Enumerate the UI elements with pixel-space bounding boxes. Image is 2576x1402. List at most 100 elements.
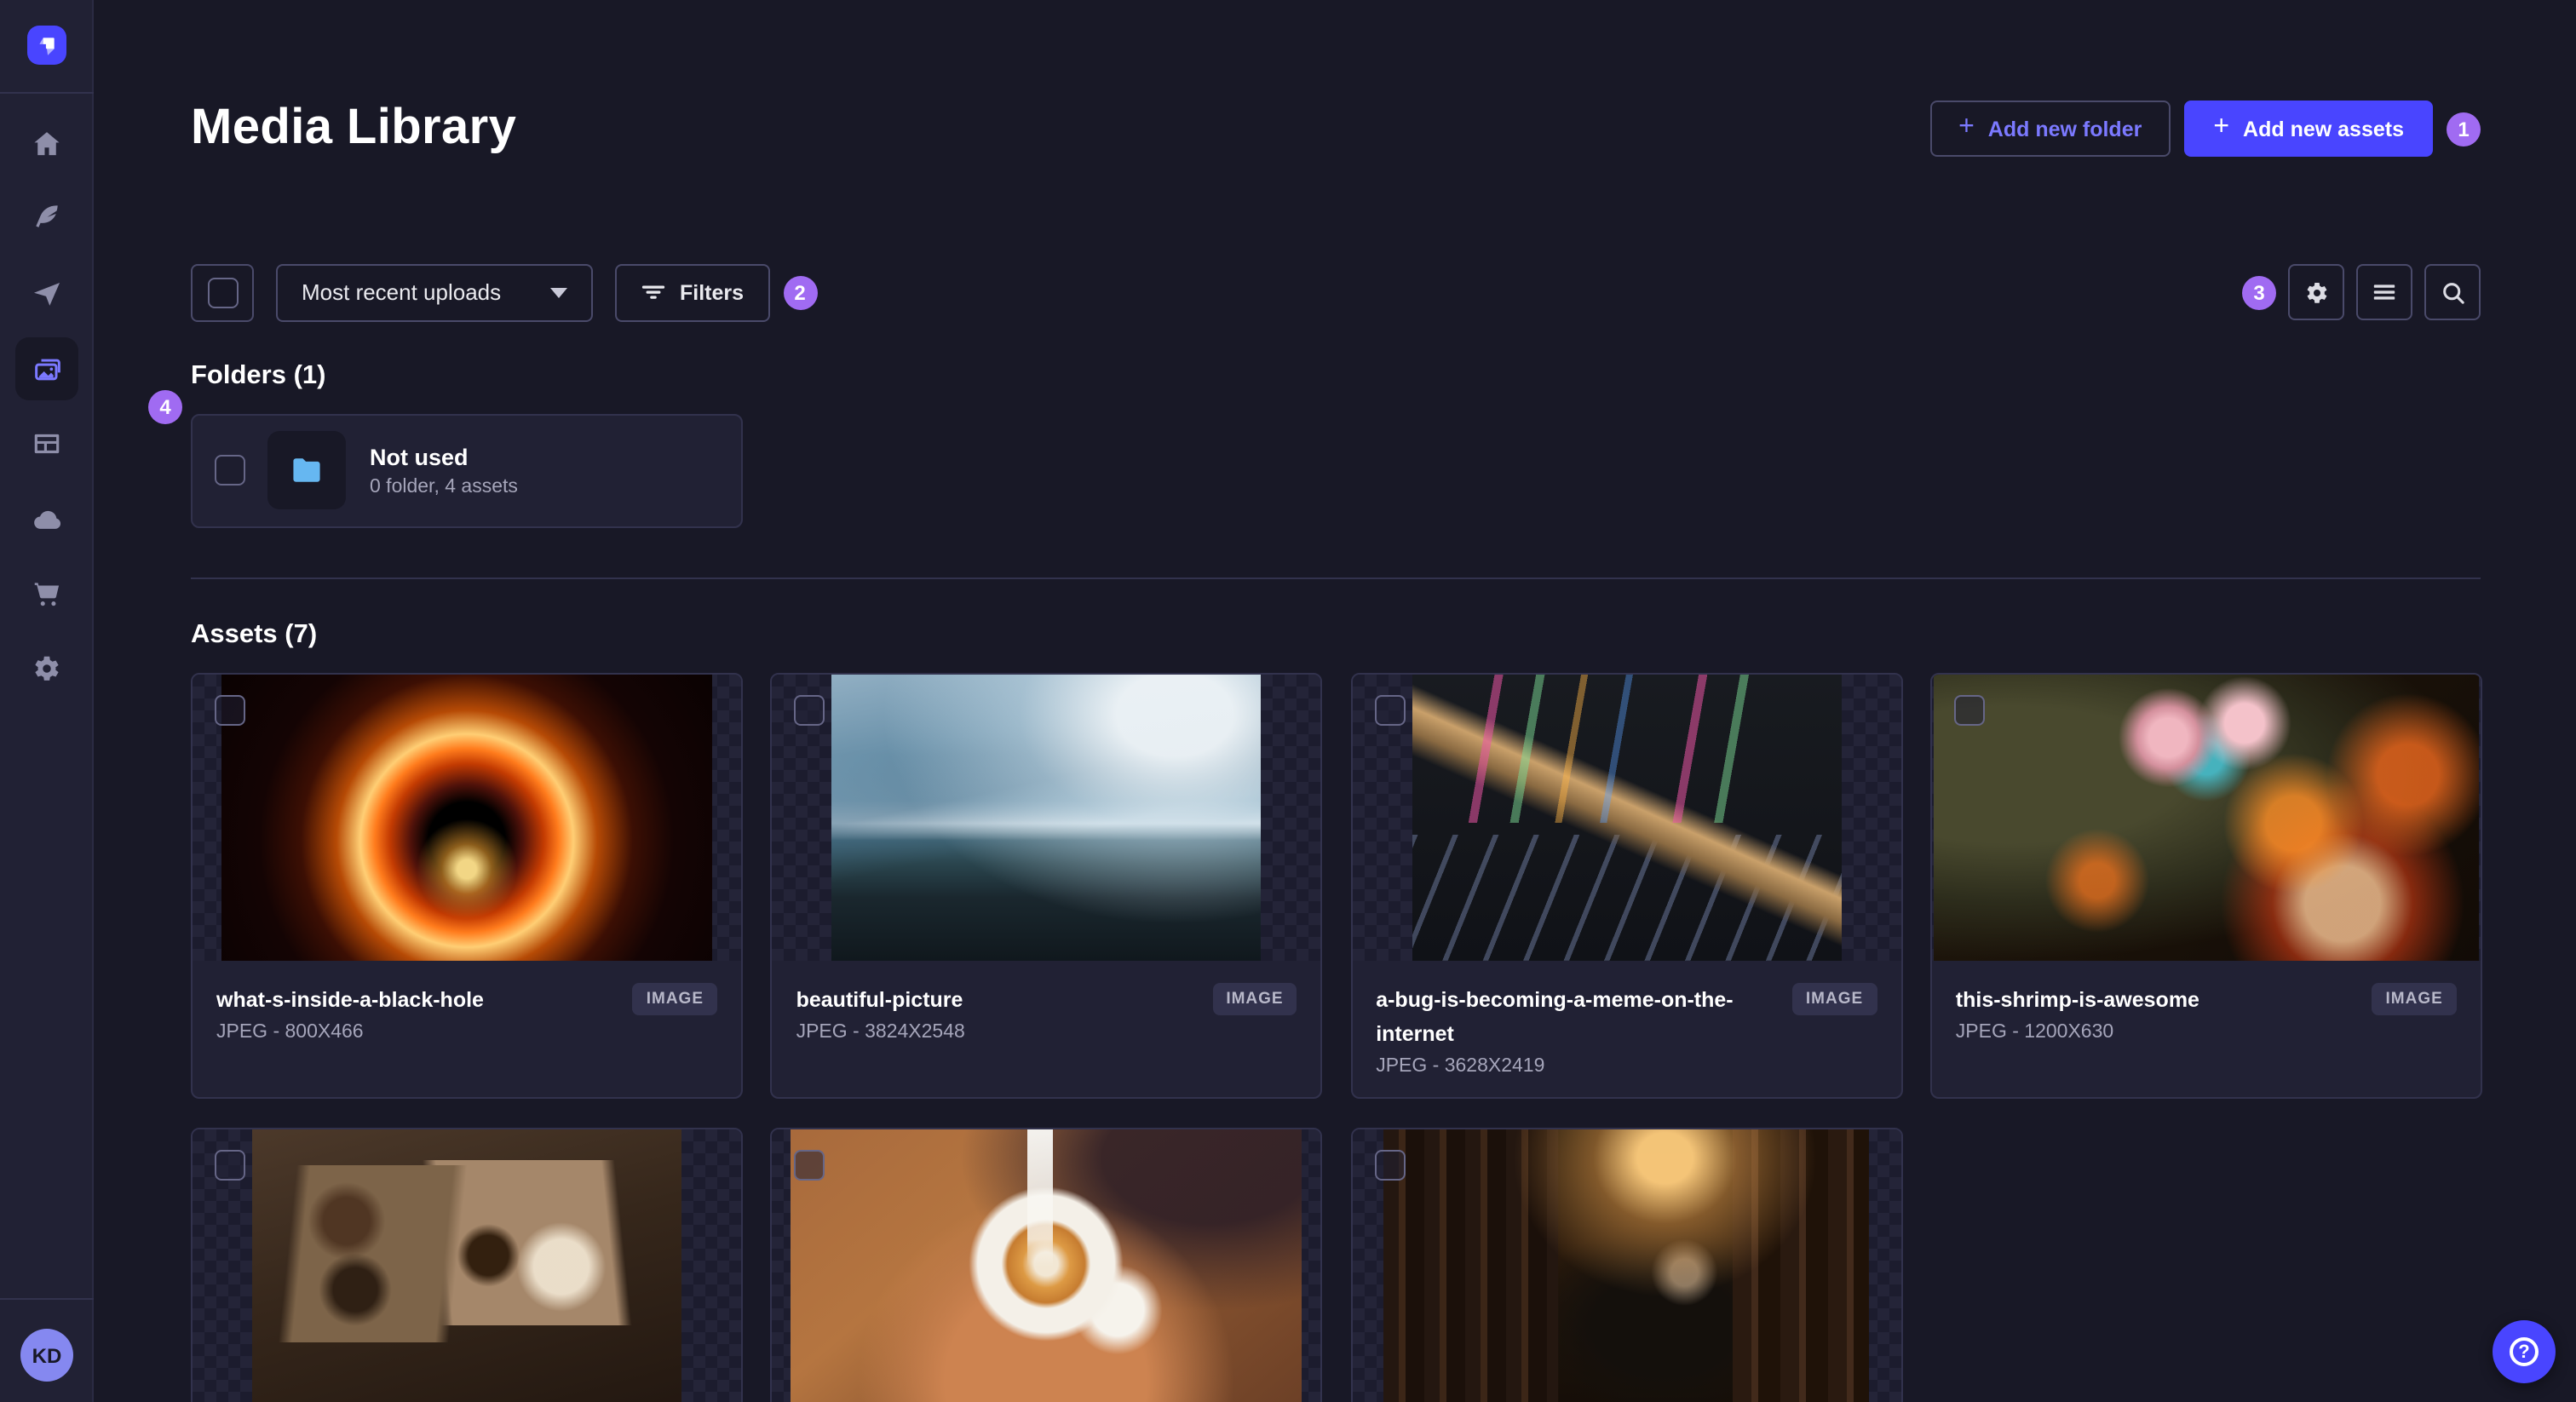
sort-dropdown[interactable]: Most recent uploads [276,263,593,322]
asset-card[interactable]: what-s-inside-a-black-hole JPEG - 800X46… [191,672,743,1099]
help-button[interactable]: ? [2493,1320,2556,1383]
list-view-button[interactable] [2356,264,2412,321]
asset-image [791,1129,1302,1402]
asset-name: this-shrimp-is-awesome [1955,987,2199,1012]
view-settings-button[interactable] [2288,264,2344,321]
chevron-down-icon [550,287,567,298]
section-divider [191,577,2481,579]
asset-meta: JPEG - 3628X2419 [1376,1055,1545,1077]
add-new-assets-button[interactable]: + Add new assets [2184,101,2433,158]
add-new-assets-label: Add new assets [2243,117,2404,141]
asset-card[interactable]: a-bug-is-becoming-a-meme-on-the-internet… [1350,672,1903,1099]
asset-checkbox[interactable] [1953,694,1985,726]
asset-checkbox[interactable] [794,694,825,726]
gear-icon [35,656,59,681]
asset-name: beautiful-picture [796,987,963,1012]
asset-card[interactable]: this-shrimp-is-awesome JPEG - 1200X630 I… [1929,672,2482,1099]
folder-text: Not used 0 folder, 4 assets [370,444,518,497]
asset-meta: JPEG - 800X466 [216,1021,364,1043]
folder-card[interactable]: Not used 0 folder, 4 assets [191,413,743,528]
sidebar: KD [0,0,94,1402]
asset-thumbnail [193,674,741,961]
cloud-icon [33,509,60,528]
asset-thumbnail [1352,1129,1901,1402]
asset-card[interactable]: the-internet-s-own-boy JPEG - 1200X707 I… [1350,1127,1903,1402]
asset-meta: JPEG - 3824X2548 [796,1021,965,1043]
asset-text: a-bug-is-becoming-a-meme-on-the-internet… [1376,982,1779,1076]
page-title: Media Library [191,101,517,156]
assets-heading: Assets (7) [191,619,318,649]
sidebar-item-settings[interactable] [15,637,78,700]
sidebar-item-marketplace[interactable] [15,562,78,625]
home-icon [34,132,60,156]
asset-text: this-shrimp-is-awesome JPEG - 1200X630 [1956,982,2359,1042]
asset-image [1383,1129,1870,1402]
asset-image [1933,674,2479,961]
asset-card[interactable]: beautiful-picture JPEG - 3824X2548 IMAGE [770,672,1323,1099]
filters-button[interactable]: Filters [615,263,770,322]
add-new-folder-button[interactable]: + Add new folder [1929,101,2171,158]
asset-type-badge: IMAGE [632,982,717,1015]
assets-grid: what-s-inside-a-black-hole JPEG - 800X46… [191,672,2482,1402]
filters-label: Filters [680,280,745,305]
asset-type-badge: IMAGE [1791,982,1877,1015]
sidebar-divider-top [0,92,94,94]
asset-thumbnail [772,674,1321,961]
sidebar-item-home[interactable] [15,112,78,175]
folders-section: 4 Folders (1) Not used 0 folder, 4 asset… [148,360,2481,528]
asset-card[interactable]: coffee-art JPEG - 5824X3259 IMAGE [770,1127,1323,1402]
asset-info: this-shrimp-is-awesome JPEG - 1200X630 I… [1932,960,2481,1096]
folder-name: Not used [370,444,469,470]
sidebar-item-content-manager[interactable] [15,186,78,249]
filter-icon [641,286,665,300]
strapi-logo-icon [39,37,55,55]
asset-checkbox[interactable] [215,694,245,726]
annotation-badge-1: 1 [2447,112,2481,147]
asset-thumbnail [193,1129,741,1402]
avatar-initials: KD [32,1343,62,1367]
folder-meta: 0 folder, 4 assets [370,476,518,497]
asset-checkbox[interactable] [1374,694,1406,726]
asset-image [221,674,712,961]
asset-type-badge: IMAGE [1212,982,1297,1015]
paper-plane-icon [33,283,60,306]
page-header: Media Library + Add new folder + Add new… [191,68,2481,191]
asset-checkbox[interactable] [1374,1149,1406,1181]
annotation-badge-4: 4 [148,389,182,424]
folder-checkbox[interactable] [215,455,245,486]
folder-icon [293,458,320,483]
asset-checkbox[interactable] [794,1149,825,1181]
list-icon [2373,285,2395,301]
select-all-checkbox[interactable] [191,263,254,322]
sidebar-item-content-type-builder[interactable] [15,412,78,475]
asset-info: beautiful-picture JPEG - 3824X2548 IMAGE [773,960,1321,1096]
media-library-icon [34,358,60,380]
avatar[interactable]: KD [20,1329,73,1382]
annotation-badge-2: 2 [783,275,818,310]
sidebar-item-releases[interactable] [15,262,78,325]
asset-thumbnail [772,1129,1321,1402]
search-icon [2442,282,2464,304]
asset-type-badge: IMAGE [2372,982,2457,1015]
sidebar-item-deploy[interactable] [15,487,78,550]
feather-icon [36,205,59,227]
media-library-page: KD Media Library + Add new folder + Add … [0,0,2576,1402]
plus-icon: + [1958,112,1975,141]
main-content: Media Library + Add new folder + Add new… [94,0,2576,1402]
plus-icon: + [2213,112,2230,141]
search-button[interactable] [2424,264,2481,321]
assets-section: Assets (7) what-s-inside-a-black-hole JP… [191,619,2482,1402]
asset-card[interactable]: coffee-beans JPEG - 5021X3347 IMAGE [191,1127,743,1402]
add-new-folder-label: Add new folder [1987,117,2142,141]
sort-selected-value: Most recent uploads [302,279,502,306]
folders-heading: Folders (1) [191,360,326,390]
sidebar-item-media-library[interactable] [15,337,78,400]
asset-name: a-bug-is-becoming-a-meme-on-the-internet [1376,987,1734,1046]
asset-image [252,1129,681,1402]
asset-checkbox[interactable] [215,1149,245,1181]
gear-icon [2306,282,2326,303]
help-icon: ? [2510,1337,2539,1366]
asset-image [831,674,1262,961]
strapi-logo[interactable] [27,26,66,65]
asset-info: a-bug-is-becoming-a-meme-on-the-internet… [1352,960,1900,1096]
